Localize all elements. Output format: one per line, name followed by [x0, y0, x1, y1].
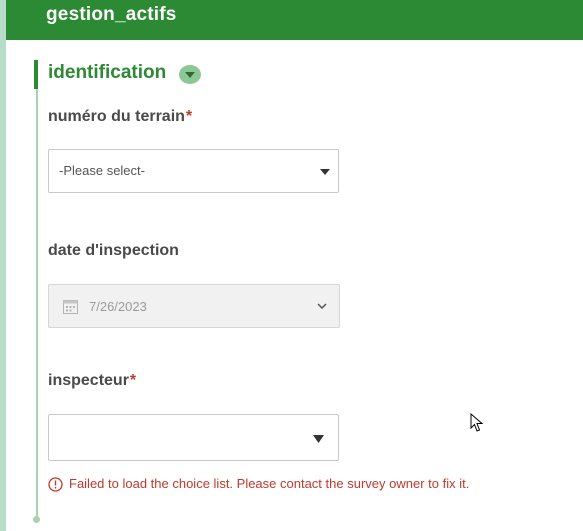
required-asterisk: *	[129, 372, 137, 389]
error-icon	[48, 477, 63, 492]
question-label-numero-terrain: numéro du terrain*	[48, 108, 193, 125]
group-accent-bar	[34, 60, 38, 89]
caret-down-icon	[313, 435, 324, 443]
question-label-date-inspection: date d'inspection	[48, 242, 179, 259]
chevron-down-icon	[317, 303, 327, 309]
chevron-down-icon	[185, 72, 195, 78]
group-line	[36, 89, 38, 517]
date-value: 7/26/2023	[89, 299, 147, 314]
mouse-cursor-icon	[470, 413, 484, 432]
question-label-inspecteur: inspecteur*	[48, 372, 137, 389]
calendar-icon	[63, 300, 78, 314]
group-end-dot	[33, 516, 40, 523]
group-title: identification	[48, 62, 167, 83]
caret-down-icon	[320, 169, 330, 175]
inspecteur-select[interactable]	[48, 414, 339, 461]
survey-header: gestion_actifs	[6, 0, 583, 40]
required-asterisk: *	[185, 108, 193, 125]
survey-title: gestion_actifs	[46, 4, 177, 25]
numero-terrain-select[interactable]: -Please select-	[48, 149, 339, 193]
error-text: Failed to load the choice list. Please c…	[69, 476, 470, 491]
date-inspection-field: 7/26/2023	[48, 284, 340, 328]
left-edge-strip	[0, 0, 6, 531]
group-collapse-button[interactable]	[179, 65, 201, 84]
select-value: -Please select-	[59, 163, 145, 178]
